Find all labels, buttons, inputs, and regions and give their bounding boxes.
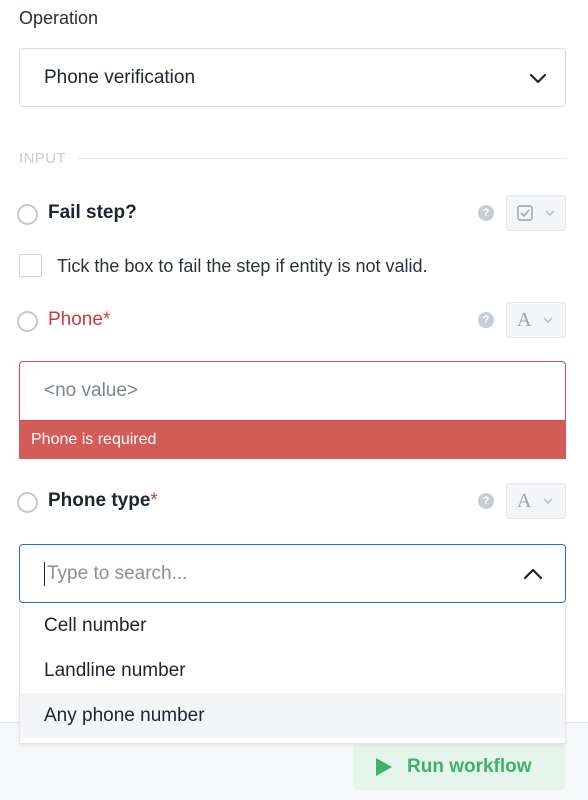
dropdown-option-landline[interactable]: Landline number bbox=[20, 648, 565, 693]
phone-error-text: Phone is required bbox=[31, 431, 157, 448]
chevron-down-icon bbox=[545, 210, 555, 217]
text-type-icon: A bbox=[517, 308, 532, 331]
phone-type-label: Phone type* bbox=[48, 490, 158, 512]
chevron-up-icon[interactable] bbox=[523, 565, 543, 583]
fail-step-checkbox[interactable] bbox=[19, 254, 42, 277]
chevron-down-icon bbox=[543, 317, 553, 324]
operation-select[interactable]: Phone verification bbox=[19, 48, 566, 107]
phone-type-label-text: Phone type bbox=[48, 490, 151, 511]
section-label: INPUT bbox=[19, 149, 66, 167]
run-workflow-button[interactable]: Run workflow bbox=[353, 744, 565, 790]
text-type-icon: A bbox=[517, 489, 532, 512]
operation-value: Phone verification bbox=[44, 66, 196, 88]
phone-label-text: Phone bbox=[48, 309, 103, 330]
phone-type-search-input[interactable] bbox=[47, 562, 487, 585]
dropdown-option-cell[interactable]: Cell number bbox=[20, 603, 565, 648]
help-icon[interactable]: ? bbox=[478, 493, 494, 509]
phone-radio[interactable] bbox=[17, 311, 38, 332]
input-section-header: INPUT bbox=[19, 147, 566, 169]
play-icon bbox=[376, 758, 392, 776]
help-icon[interactable]: ? bbox=[478, 205, 494, 221]
dropdown-option-any[interactable]: Any phone number bbox=[20, 693, 565, 738]
run-workflow-label: Run workflow bbox=[407, 756, 532, 777]
text-caret bbox=[44, 561, 45, 586]
help-icon[interactable]: ? bbox=[478, 312, 494, 328]
fail-step-type-selector[interactable] bbox=[506, 195, 566, 231]
phone-type-search-box[interactable] bbox=[19, 544, 566, 603]
checkbox-icon bbox=[517, 205, 533, 221]
phone-input[interactable]: <no value> bbox=[19, 361, 566, 421]
phone-input-value: <no value> bbox=[44, 380, 139, 401]
phone-type-radio[interactable] bbox=[17, 492, 38, 513]
fail-step-label: Fail step? bbox=[48, 202, 137, 223]
chevron-down-icon bbox=[543, 498, 553, 505]
section-divider-line bbox=[78, 157, 566, 159]
phone-label: Phone* bbox=[48, 309, 110, 331]
required-marker: * bbox=[102, 309, 111, 330]
phone-type-type-selector[interactable]: A bbox=[506, 483, 566, 519]
phone-type-selector[interactable]: A bbox=[506, 302, 566, 338]
required-marker: * bbox=[150, 490, 158, 511]
fail-step-checkbox-label: Tick the box to fail the step if entity … bbox=[57, 256, 428, 276]
operation-label: Operation bbox=[19, 8, 99, 28]
chevron-down-icon bbox=[529, 73, 547, 84]
fail-step-radio[interactable] bbox=[17, 204, 38, 225]
phone-error-message: Phone is required bbox=[19, 421, 566, 459]
phone-type-dropdown: Cell number Landline number Any phone nu… bbox=[19, 603, 566, 744]
